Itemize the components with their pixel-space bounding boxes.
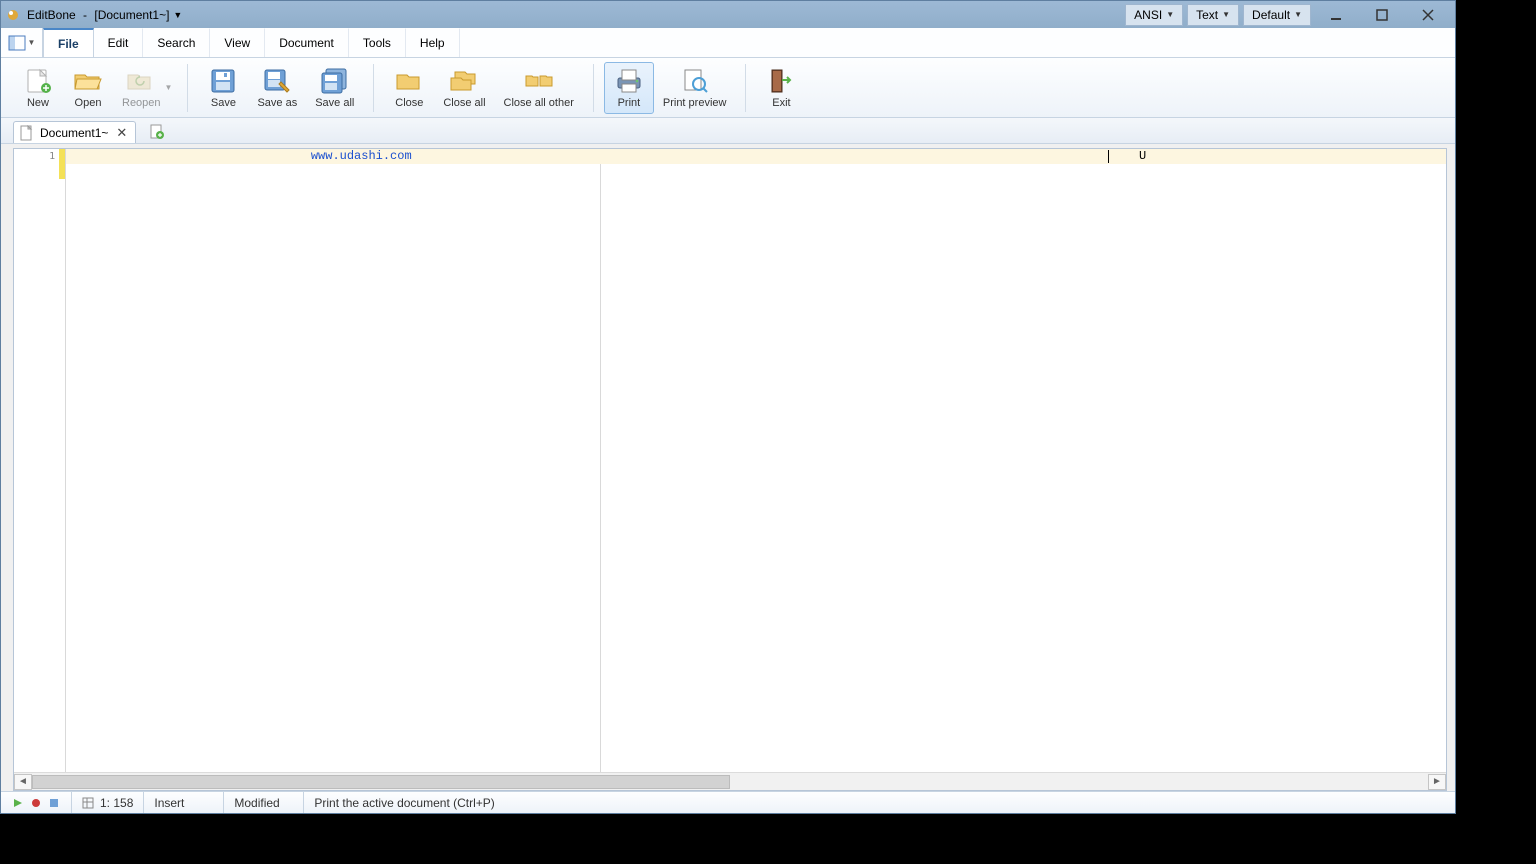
close-all-other-icon xyxy=(523,67,555,95)
save-all-icon xyxy=(319,67,351,95)
printpreview-button[interactable]: Print preview xyxy=(654,62,736,114)
modified-marker xyxy=(59,164,65,179)
highlighter-dropdown[interactable]: Default▼ xyxy=(1243,4,1311,26)
print-preview-icon xyxy=(679,67,711,95)
close-window-button[interactable] xyxy=(1407,4,1449,26)
menu-tab-view[interactable]: View xyxy=(210,28,265,57)
menu-tab-edit[interactable]: Edit xyxy=(94,28,144,57)
line-number: 1 xyxy=(14,149,59,164)
reopen-button: Reopen ▼ xyxy=(113,62,177,114)
new-file-icon xyxy=(22,67,54,95)
doc-title: [Document1~] xyxy=(94,8,169,22)
print-margin-line xyxy=(600,149,601,772)
ribbon-toolbar: New Open Reopen ▼ xyxy=(1,58,1455,118)
filetype-dropdown[interactable]: Text▼ xyxy=(1187,4,1239,26)
close-button[interactable]: Close xyxy=(384,62,434,114)
insert-mode: Insert xyxy=(154,796,184,810)
chevron-down-icon: ▼ xyxy=(1222,10,1230,19)
panel-icon xyxy=(8,35,26,51)
print-button[interactable]: Print xyxy=(604,62,654,114)
reopen-icon xyxy=(125,67,157,95)
cursor-position: 1: 158 xyxy=(100,796,133,810)
scroll-right-button[interactable]: ► xyxy=(1428,774,1446,790)
chevron-down-icon: ▼ xyxy=(1294,10,1302,19)
menu-tab-file[interactable]: File xyxy=(43,28,94,57)
new-tab-button[interactable] xyxy=(146,121,168,143)
maximize-button[interactable] xyxy=(1361,4,1403,26)
macro-record-icon[interactable] xyxy=(29,796,43,810)
modified-status: Modified xyxy=(234,796,279,810)
editor-content[interactable]: 1 www.udashi.com xyxy=(14,149,1446,772)
editor-area: 1 www.udashi.com xyxy=(1,144,1455,791)
folder-close-icon xyxy=(393,67,425,95)
menu-tab-document[interactable]: Document xyxy=(265,28,349,57)
chevron-down-icon: ▼ xyxy=(163,83,175,92)
scroll-track[interactable] xyxy=(32,774,1428,790)
closeallother-button[interactable]: Close all other xyxy=(495,62,583,114)
gutter: 1 xyxy=(14,149,66,772)
document-tab[interactable]: Document1~ ✕ xyxy=(13,121,136,143)
closeall-button[interactable]: Close all xyxy=(434,62,494,114)
title-dropdown-icon[interactable]: ▼ xyxy=(173,10,182,20)
scroll-thumb[interactable] xyxy=(32,775,730,789)
close-all-icon xyxy=(448,67,480,95)
macro-controls xyxy=(1,792,72,813)
horizontal-scrollbar[interactable]: ◄ ► xyxy=(14,772,1446,790)
statusbar: 1: 158 Insert Modified Print the active … xyxy=(1,791,1455,813)
open-button[interactable]: Open xyxy=(63,62,113,114)
code-line[interactable]: www.udashi.com U xyxy=(66,149,1446,164)
exit-button[interactable]: Exit xyxy=(756,62,806,114)
document-tabbar: Document1~ ✕ xyxy=(1,118,1455,144)
hint-segment: Print the active document (Ctrl+P) xyxy=(304,792,1455,813)
chevron-down-icon: ▼ xyxy=(28,38,36,47)
status-hint: Print the active document (Ctrl+P) xyxy=(314,796,494,810)
saveas-button[interactable]: Save as xyxy=(248,62,306,114)
close-tab-button[interactable]: ✕ xyxy=(114,125,129,141)
position-icon xyxy=(82,796,96,810)
modified-marker xyxy=(59,149,65,164)
macro-play-icon[interactable] xyxy=(11,796,25,810)
app-title: EditBone xyxy=(27,8,76,22)
new-button[interactable]: New xyxy=(13,62,63,114)
url-text: www.udashi.com xyxy=(311,149,412,163)
folder-open-icon xyxy=(72,67,104,95)
scroll-left-button[interactable]: ◄ xyxy=(14,774,32,790)
modified-segment: Modified xyxy=(224,792,304,813)
minimize-button[interactable] xyxy=(1315,4,1357,26)
menu-tab-tools[interactable]: Tools xyxy=(349,28,406,57)
code-area[interactable]: www.udashi.com U xyxy=(66,149,1446,772)
macro-stop-icon[interactable] xyxy=(47,796,61,810)
document-tab-label: Document1~ xyxy=(40,126,108,140)
editor-frame: 1 www.udashi.com xyxy=(13,148,1447,791)
menubar: ▼ File Edit Search View Document Tools H… xyxy=(1,28,1455,58)
save-as-icon xyxy=(261,67,293,95)
chevron-down-icon: ▼ xyxy=(1166,10,1174,19)
menu-tab-search[interactable]: Search xyxy=(143,28,210,57)
titlebar: EditBone - [Document1~] ▼ ANSI▼ Text▼ De… xyxy=(1,1,1455,28)
title-sep: - xyxy=(80,8,91,22)
printer-icon xyxy=(613,67,645,95)
saveall-button[interactable]: Save all xyxy=(306,62,363,114)
text-cursor xyxy=(1108,150,1109,163)
menu-tab-help[interactable]: Help xyxy=(406,28,460,57)
exit-icon xyxy=(765,67,797,95)
insert-mode-segment[interactable]: Insert xyxy=(144,792,224,813)
position-segment: 1: 158 xyxy=(72,792,144,813)
app-window: EditBone - [Document1~] ▼ ANSI▼ Text▼ De… xyxy=(0,0,1456,814)
save-icon xyxy=(207,67,239,95)
document-icon xyxy=(20,125,34,141)
app-icon xyxy=(5,7,21,23)
save-button[interactable]: Save xyxy=(198,62,248,114)
panel-toggle-button[interactable]: ▼ xyxy=(1,28,43,57)
encoding-dropdown[interactable]: ANSI▼ xyxy=(1125,4,1183,26)
